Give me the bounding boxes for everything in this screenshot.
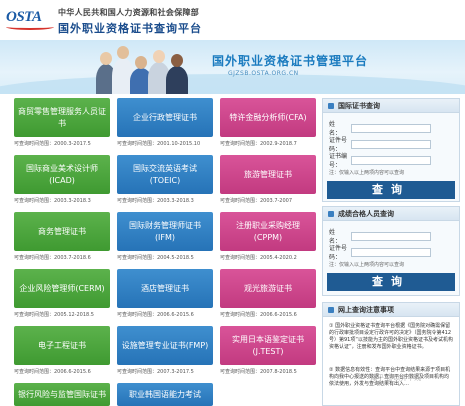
cert-button[interactable]: 商贸零售管理服务人员证书 — [14, 98, 110, 137]
cert-button[interactable]: 商务管理证书 — [14, 212, 110, 251]
cert-no-label: 证书编号： — [329, 153, 348, 169]
cert-range: 可查询时间范围：2003.7-2018.6 — [14, 255, 91, 261]
cert-query-button[interactable]: 查询 — [327, 181, 455, 199]
cert-range: 可查询时间范围：2004.5-2018.5 — [117, 255, 194, 261]
cert-tile: 商务管理证书 可查询时间范围：2003.7-2018.6 — [14, 212, 110, 268]
cert-tile: 国际财务管理师证书(IFM) 可查询时间范围：2004.5-2018.5 — [117, 212, 213, 268]
cert-tile: 特许金融分析师(CFA) 可查询时间范围：2002.9-2018.7 — [220, 98, 316, 154]
cert-button[interactable]: 设施管理专业证书(FMP) — [117, 326, 213, 365]
score-query-note: 注：仅输入以上两项内容可以查询 — [329, 262, 405, 268]
name-input[interactable] — [351, 123, 431, 133]
site-header: OSTA 中华人民共和国人力资源和社会保障部 国外职业资格证书查询平台 — [0, 0, 465, 40]
cert-tile: 注册职业采购经理(CPPM) 可查询时间范围：2005.4-2020.2 — [220, 212, 316, 268]
cert-tile: 商贸零售管理服务人员证书 可查询时间范围：2000.3-2017.5 — [14, 98, 110, 154]
cert-range: 可查询时间范围：2003.7-2007 — [220, 198, 293, 204]
cert-tile: 电子工程证书 可查询时间范围：2006.6-2015.6 — [14, 326, 110, 382]
cert-tile: 国际商业美术设计师(ICAD) 可查询时间范围：2003.3-2018.3 — [14, 155, 110, 211]
osta-logo[interactable]: OSTA — [6, 9, 56, 31]
cert-tile: 观光旅游证书 可查询时间范围：2006.6-2015.6 — [220, 269, 316, 325]
cert-query-header: 国际证书查询 — [323, 99, 459, 113]
cert-tile: 旅游管理证书 可查询时间范围：2003.7-2007 — [220, 155, 316, 211]
notice-title: 网上查询注意事项 — [338, 305, 394, 314]
cert-tile: 银行风险与监管国际证书 — [14, 383, 110, 406]
cert-no-row: 证书编号： — [329, 153, 431, 169]
score-query-header: 成绩合格人员查询 — [323, 207, 459, 221]
cert-button[interactable]: 观光旅游证书 — [220, 269, 316, 308]
banner-title: 国外职业资格证书管理平台 — [212, 54, 369, 68]
logo-arc — [6, 24, 54, 30]
cert-query-box: 国际证书查询 姓 名： 证件号码： 证书编号： 注：仅输入以上两项内容可以查询 … — [322, 98, 460, 202]
score-id-row: 证件号码： — [329, 245, 431, 261]
ministry-name: 中华人民共和国人力资源和社会保障部 — [58, 8, 200, 17]
cert-button[interactable]: 电子工程证书 — [14, 326, 110, 365]
cert-range: 可查询时间范围：2007.3-2017.5 — [117, 369, 194, 375]
cert-button[interactable]: 旅游管理证书 — [220, 155, 316, 194]
cert-button[interactable]: 实用日本语鉴定证书(J.TEST) — [220, 326, 316, 365]
cert-range: 可查询时间范围：2002.9-2018.7 — [220, 141, 297, 147]
watermark: 知乎 @以弈中观 — [370, 374, 422, 382]
cert-button[interactable]: 国际交流英语考试(TOEIC) — [117, 155, 213, 194]
score-id-input[interactable] — [351, 247, 431, 257]
cert-range: 可查询时间范围：2000.3-2017.5 — [14, 141, 91, 147]
cert-button[interactable]: 银行风险与监管国际证书 — [14, 383, 110, 406]
cert-range: 可查询时间范围：2003.3-2018.3 — [14, 198, 91, 204]
score-name-row: 姓 名： — [329, 229, 431, 245]
banner: 国外职业资格证书管理平台 GJZSB.OSTA.ORG.CN — [0, 40, 465, 94]
cert-button[interactable]: 职业韩国语能力考试 — [117, 383, 213, 406]
person-icon — [328, 210, 334, 217]
cert-range: 可查询时间范围：2006.6-2015.6 — [220, 312, 297, 318]
cert-tile: 企业行政管理证书 可查询时间范围：2001.10-2015.10 — [117, 98, 213, 154]
cert-tile: 职业韩国语能力考试 — [117, 383, 213, 406]
cert-button[interactable]: 国际财务管理师证书(IFM) — [117, 212, 213, 251]
notice-header: 网上查询注意事项 — [323, 303, 459, 317]
score-id-label: 证件号码： — [329, 245, 348, 261]
score-name-input[interactable] — [351, 231, 431, 241]
cert-button[interactable]: 注册职业采购经理(CPPM) — [220, 212, 316, 251]
cert-button[interactable]: 酒店管理证书 — [117, 269, 213, 308]
cert-range: 可查询时间范围：2005.12-2018.5 — [14, 312, 94, 318]
cert-button[interactable]: 国际商业美术设计师(ICAD) — [14, 155, 110, 194]
cert-tile: 设施管理专业证书(FMP) 可查询时间范围：2007.3-2017.5 — [117, 326, 213, 382]
people-photo — [96, 42, 188, 94]
cert-range: 可查询时间范围：2007.8-2018.5 — [220, 369, 297, 375]
cert-button[interactable]: 企业行政管理证书 — [117, 98, 213, 137]
banner-wave — [0, 74, 465, 94]
cert-tile: 国际交流英语考试(TOEIC) 可查询时间范围：2003.3-2018.3 — [117, 155, 213, 211]
cert-button[interactable]: 企业风险管理师(CERM) — [14, 269, 110, 308]
cert-range: 可查询时间范围：2003.3-2018.3 — [117, 198, 194, 204]
cert-range: 可查询时间范围：2006.6-2015.6 — [14, 369, 91, 375]
cert-button[interactable]: 特许金融分析师(CFA) — [220, 98, 316, 137]
banner-url: GJZSB.OSTA.ORG.CN — [228, 70, 299, 77]
id-row: 证件号码： — [329, 137, 431, 153]
cert-tile: 企业风险管理师(CERM) 可查询时间范围：2005.12-2018.5 — [14, 269, 110, 325]
cert-query-title: 国际证书查询 — [338, 101, 380, 110]
notice-item: ① 国外职业资格证书查询平台根据《国务院对确需保留的行政审批项目设定行政许可的决… — [329, 323, 453, 350]
score-query-title: 成绩合格人员查询 — [338, 209, 394, 218]
name-row: 姓 名： — [329, 121, 431, 137]
score-query-box: 成绩合格人员查询 姓 名： 证件号码： 注：仅输入以上两项内容可以查询 查询 — [322, 206, 460, 296]
cert-number-input[interactable] — [351, 155, 431, 165]
cert-range: 可查询时间范围：2001.10-2015.10 — [117, 141, 201, 147]
site-title: 国外职业资格证书查询平台 — [58, 22, 202, 35]
notice-icon — [328, 306, 334, 313]
cert-range: 可查询时间范围：2005.4-2020.2 — [220, 255, 297, 261]
cert-range: 可查询时间范围：2006.6-2015.6 — [117, 312, 194, 318]
cert-query-note: 注：仅输入以上两项内容可以查询 — [329, 170, 405, 176]
cert-tile: 酒店管理证书 可查询时间范围：2006.6-2015.6 — [117, 269, 213, 325]
notice-box: 网上查询注意事项 ① 国外职业资格证书查询平台根据《国务院对确需保留的行政审批项… — [322, 302, 460, 406]
certificate-icon — [328, 102, 334, 109]
cert-tile: 实用日本语鉴定证书(J.TEST) 可查询时间范围：2007.8-2018.5 — [220, 326, 316, 382]
score-query-button[interactable]: 查询 — [327, 273, 455, 291]
id-number-input[interactable] — [351, 139, 431, 149]
